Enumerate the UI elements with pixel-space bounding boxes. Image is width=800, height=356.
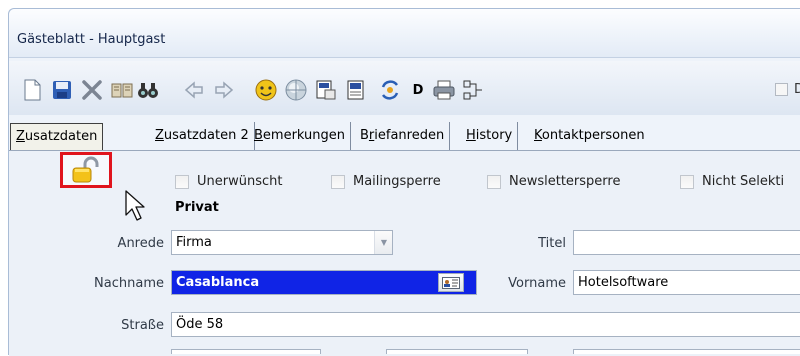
- mailingsperre-checkbox[interactable]: Mailingsperre: [331, 174, 441, 189]
- strasse-field[interactable]: Öde 58: [171, 312, 800, 337]
- tab-kontaktpersonen[interactable]: Kontaktpersonen: [529, 122, 650, 150]
- word-export-icon[interactable]: [313, 77, 339, 103]
- tab-label: Bemerkungen: [254, 128, 346, 143]
- tab-zusatzdaten-2[interactable]: Zusatzdaten 2: [150, 122, 255, 150]
- nicht-selektieren-checkbox[interactable]: Nicht Selekti: [680, 174, 784, 189]
- strasse-label: Straße: [121, 318, 164, 333]
- plz-field[interactable]: [171, 349, 321, 354]
- smiley-icon[interactable]: [253, 77, 279, 103]
- tab-label: Zusatzdaten: [16, 129, 98, 144]
- globe-icon[interactable]: [283, 77, 309, 103]
- toolbar: D D: [9, 61, 800, 115]
- titel-field[interactable]: [573, 230, 800, 255]
- section-title-privat: Privat: [175, 200, 219, 215]
- flow-icon[interactable]: [461, 77, 487, 103]
- new-document-icon[interactable]: [19, 77, 45, 103]
- delete-icon[interactable]: [79, 77, 105, 103]
- land-field[interactable]: [573, 349, 800, 354]
- mouse-cursor-icon: [125, 190, 145, 221]
- anrede-value: Firma: [176, 235, 212, 250]
- toolbar-checkbox-box[interactable]: [775, 83, 788, 96]
- tab-bemerkungen[interactable]: Bemerkungen: [249, 122, 352, 150]
- checkbox-box[interactable]: [680, 174, 694, 189]
- d-letter-label: D: [412, 82, 424, 98]
- d-letter-icon[interactable]: D: [405, 77, 431, 103]
- binoculars-icon[interactable]: [135, 77, 161, 103]
- title-bar: Gästeblatt - Hauptgast: [9, 9, 800, 58]
- unlock-icon[interactable]: [63, 155, 109, 185]
- anrede-select[interactable]: Firma ▼: [171, 230, 393, 255]
- newslettersperre-checkbox[interactable]: Newslettersperre: [487, 174, 620, 189]
- vorname-value: Hotelsoftware: [578, 275, 669, 290]
- tab-label: Zusatzdaten 2: [155, 128, 249, 143]
- nachname-value: Casablanca: [176, 275, 260, 290]
- book-icon[interactable]: [109, 77, 135, 103]
- anrede-label: Anrede: [117, 236, 164, 251]
- tab-label: History: [466, 128, 513, 143]
- save-icon[interactable]: [49, 77, 75, 103]
- toolbar-checkbox-label: D: [794, 82, 800, 97]
- checkbox-label: Newslettersperre: [509, 174, 621, 189]
- vorname-field[interactable]: Hotelsoftware: [573, 270, 800, 295]
- arrow-right-icon[interactable]: [211, 77, 237, 103]
- window-title: Gästeblatt - Hauptgast: [17, 32, 166, 47]
- tab-strip: Zusatzdaten Zusatzdaten 2 Bemerkungen Br…: [9, 122, 800, 151]
- checkbox-box[interactable]: [175, 174, 189, 189]
- word-document-icon[interactable]: [343, 77, 369, 103]
- chevron-down-icon[interactable]: ▼: [374, 231, 392, 254]
- titel-label: Titel: [538, 236, 566, 251]
- tab-history[interactable]: History: [461, 122, 519, 150]
- toolbar-checkbox[interactable]: D: [775, 82, 800, 97]
- tab-label: Kontaktpersonen: [534, 128, 645, 143]
- checkbox-label: Nicht Selekti: [702, 174, 785, 189]
- nachname-label: Nachname: [94, 276, 164, 291]
- tab-briefanreden[interactable]: Briefanreden: [355, 122, 451, 150]
- checkbox-box[interactable]: [487, 174, 501, 189]
- vorname-label: Vorname: [508, 276, 566, 291]
- tab-label: Briefanreden: [360, 128, 445, 143]
- printer-icon[interactable]: [431, 77, 457, 103]
- tab-zusatzdaten[interactable]: Zusatzdaten: [10, 123, 104, 151]
- ort-field[interactable]: [386, 349, 528, 354]
- unlock-highlight[interactable]: [60, 152, 112, 188]
- arrow-left-icon[interactable]: [181, 77, 207, 103]
- checkbox-label: Unerwünscht: [197, 174, 283, 189]
- strasse-value: Öde 58: [176, 317, 224, 332]
- checkbox-box[interactable]: [331, 174, 345, 189]
- checkbox-label: Mailingsperre: [353, 174, 441, 189]
- sync-icon[interactable]: [377, 77, 403, 103]
- unerwuenscht-checkbox[interactable]: Unerwünscht: [175, 174, 282, 189]
- next-row-fields: [171, 346, 800, 354]
